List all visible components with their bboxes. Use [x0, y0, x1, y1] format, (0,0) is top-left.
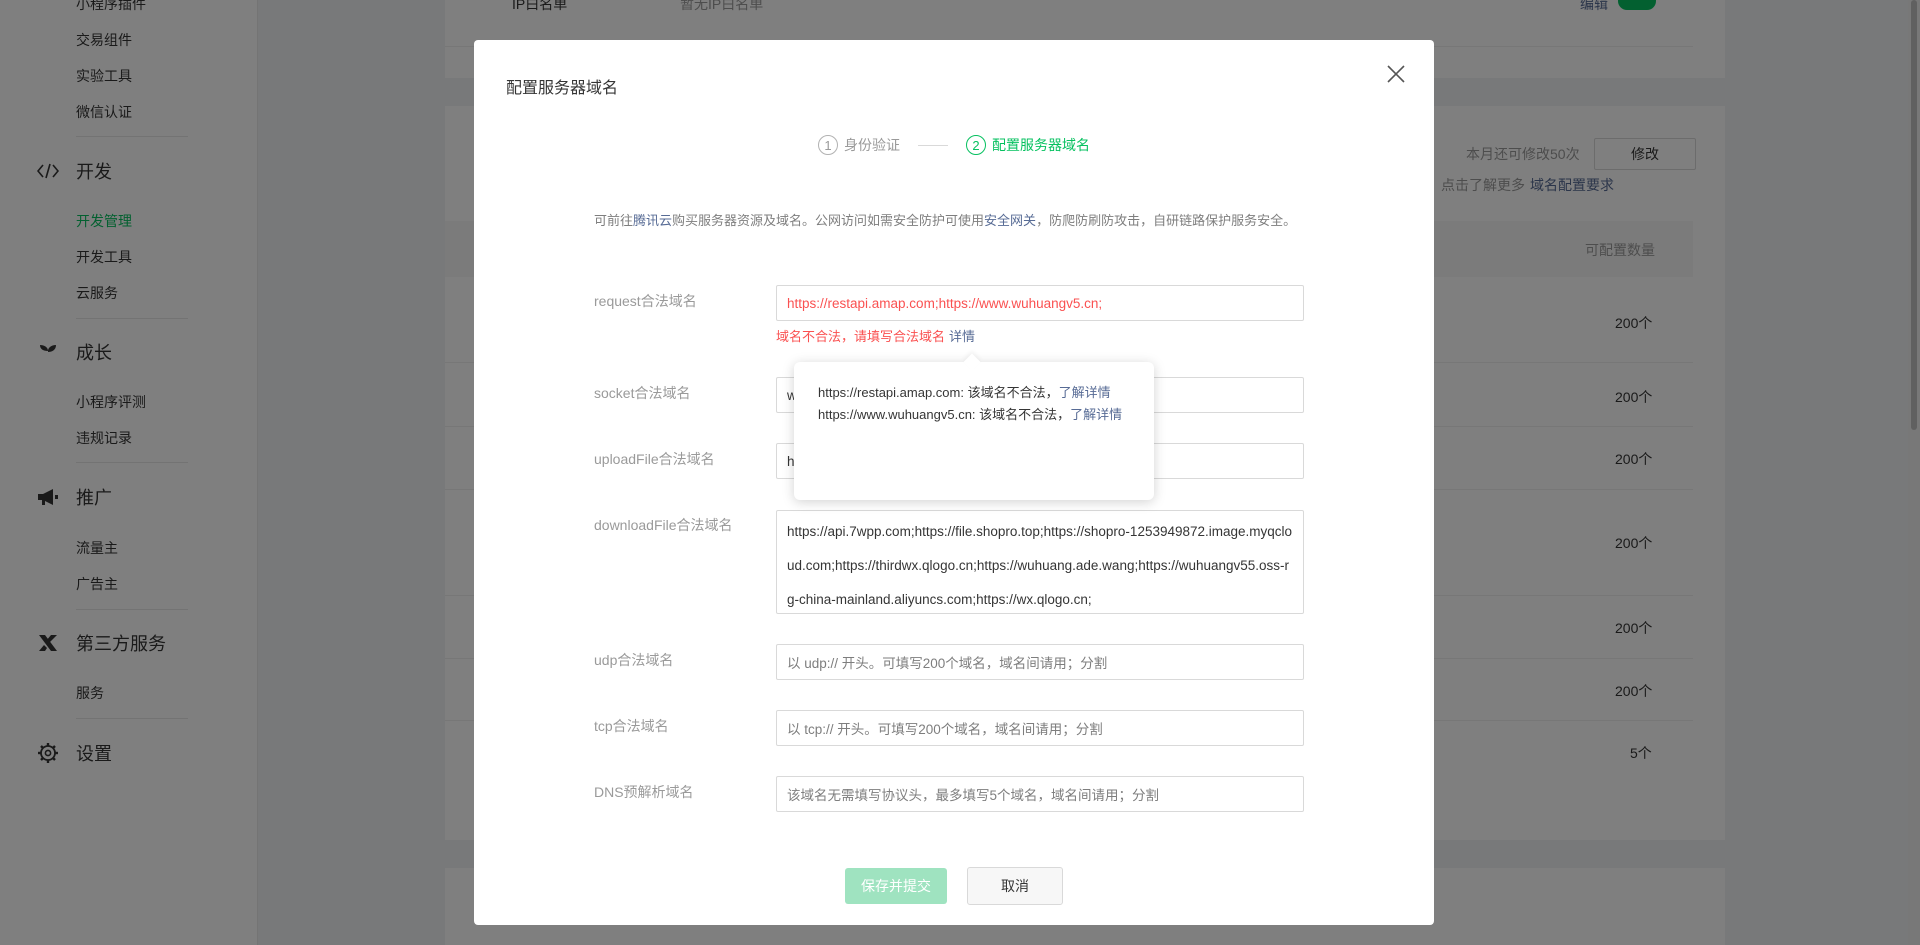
- intro-part: 可前往: [594, 213, 634, 228]
- learn-detail-link[interactable]: 了解详情: [1059, 385, 1111, 400]
- step-identity: 1 身份验证: [818, 135, 900, 155]
- domain-error-message: 域名不合法，请填写合法域名 详情: [776, 326, 975, 345]
- udp-domain-input[interactable]: 以 udp:// 开头。可填写200个域名，域名间请用；分割: [776, 644, 1304, 680]
- popover-text: https://restapi.amap.com: 该域名不合法，: [818, 385, 1059, 400]
- dns-domain-input[interactable]: 该域名无需填写协议头，最多填写5个域名，域名间请用；分割: [776, 776, 1304, 812]
- error-detail-popover: https://restapi.amap.com: 该域名不合法，了解详情 ht…: [794, 353, 1154, 500]
- intro-part: 购买服务器资源及域名。公网访问如需安全防护可使用: [672, 213, 985, 228]
- cancel-button[interactable]: 取消: [967, 867, 1063, 905]
- popover-text: https://www.wuhuangv5.cn: 该域名不合法，: [818, 407, 1071, 422]
- intro-text: 可前往腾讯云购买服务器资源及域名。公网访问如需安全防护可使用安全网关，防爬防刷防…: [594, 210, 1314, 232]
- request-domain-input[interactable]: https://restapi.amap.com;https://www.wuh…: [776, 285, 1304, 321]
- upload-domain-label: uploadFile合法域名: [594, 451, 715, 467]
- popover-arrow: [963, 353, 981, 371]
- download-domain-label: downloadFile合法域名: [594, 517, 733, 533]
- error-detail-link[interactable]: 详情: [949, 329, 975, 344]
- udp-domain-label: udp合法域名: [594, 652, 674, 668]
- socket-domain-label: socket合法域名: [594, 385, 691, 401]
- dns-domain-label: DNS预解析域名: [594, 784, 694, 800]
- close-icon: [1387, 65, 1405, 83]
- step-number: 1: [818, 135, 838, 155]
- download-domain-textarea[interactable]: https://api.7wpp.com;https://file.shopro…: [776, 510, 1304, 614]
- request-domain-label: request合法域名: [594, 293, 697, 309]
- step-number: 2: [966, 135, 986, 155]
- intro-part: ，防爬防刷防攻击，自研链路保护服务安全。: [1036, 213, 1297, 228]
- step-label: 身份验证: [844, 137, 900, 153]
- save-submit-button[interactable]: 保存并提交: [845, 868, 947, 904]
- security-gateway-link[interactable]: 安全网关: [984, 213, 1036, 228]
- tcp-domain-label: tcp合法域名: [594, 718, 669, 734]
- stepper: 1 身份验证 2 配置服务器域名: [818, 135, 1090, 155]
- close-button[interactable]: [1384, 62, 1408, 86]
- step-connector: [918, 144, 948, 146]
- tencent-cloud-link[interactable]: 腾讯云: [633, 213, 672, 228]
- tcp-domain-input[interactable]: 以 tcp:// 开头。可填写200个域名，域名间请用；分割: [776, 710, 1304, 746]
- popover-line: https://restapi.amap.com: 该域名不合法，了解详情: [818, 382, 1130, 404]
- configure-domain-dialog: 配置服务器域名 1 身份验证 2 配置服务器域名 可前往腾讯云购买服务器资源及域…: [474, 40, 1434, 925]
- error-text: 域名不合法，请填写合法域名: [776, 329, 946, 344]
- step-label: 配置服务器域名: [992, 137, 1090, 153]
- learn-detail-link[interactable]: 了解详情: [1070, 407, 1122, 422]
- step-configure-domain: 2 配置服务器域名: [966, 135, 1090, 155]
- popover-line: https://www.wuhuangv5.cn: 该域名不合法，了解详情: [818, 404, 1130, 426]
- dialog-title: 配置服务器域名: [506, 80, 619, 97]
